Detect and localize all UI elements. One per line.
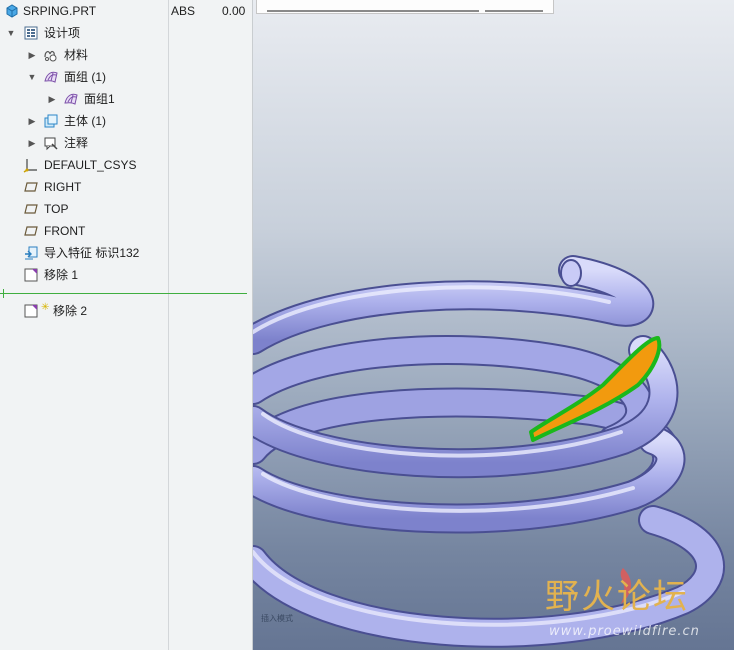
tree-item-label: 主体 (1) (64, 114, 107, 128)
datum-plane-icon (23, 179, 39, 195)
design-items-icon (23, 25, 39, 41)
annotation-icon (43, 135, 59, 151)
tree-item-label: DEFAULT_CSYS (44, 158, 137, 172)
remove-feature-icon (23, 267, 39, 283)
tree-row-import-feature[interactable]: 导入特征 标识132 (0, 242, 252, 264)
tree-row-default-csys[interactable]: DEFAULT_CSYS (0, 154, 252, 176)
mass-column-value: 0.00 (222, 4, 246, 18)
tree-item-label: 面组 (1) (64, 70, 107, 84)
tree-item-label: RIGHT (44, 180, 82, 194)
tree-item-label: 材料 (64, 48, 89, 62)
tree-row-quilt-1[interactable]: ▶ 面组1 (0, 88, 252, 110)
tree-row-right-plane[interactable]: RIGHT (0, 176, 252, 198)
tree-item-label: 面组1 (84, 92, 115, 106)
expand-arrow-icon[interactable]: ▶ (47, 93, 57, 105)
quilt-icon (63, 91, 79, 107)
tree-row-material[interactable]: ▶ 材料 (0, 44, 252, 66)
tree-row-bodies[interactable]: ▶ 主体 (1) (0, 110, 252, 132)
spring-model[interactable] (253, 0, 734, 650)
root-part-name: SRPING.PRT (23, 4, 97, 18)
mode-indicator: 插入模式 (261, 614, 293, 623)
datum-plane-icon (23, 223, 39, 239)
model-tree-panel: SRPING.PRT ABS 0.00 ▼ 设计项 ▶ 材料 ▼ 面组 (1) … (0, 0, 253, 650)
tree-item-label: FRONT (44, 224, 86, 238)
import-feature-icon (23, 245, 39, 261)
watermark-title: 野火论坛 (545, 577, 689, 617)
insert-here-line[interactable] (0, 293, 247, 294)
expand-arrow-icon[interactable]: ▶ (27, 115, 37, 127)
graphics-viewport[interactable]: 插入模式 野火论坛 www.proewildfire.cn (253, 0, 734, 650)
tree-item-label: 注释 (64, 136, 89, 150)
suppressed-star-icon: ✳ (41, 302, 50, 313)
remove-feature-icon (23, 303, 39, 319)
tree-row-front-plane[interactable]: FRONT (0, 220, 252, 242)
collapse-arrow-icon[interactable]: ▼ (27, 71, 37, 83)
tree-row-quilts[interactable]: ▼ 面组 (1) (0, 66, 252, 88)
tree-row-annotations[interactable]: ▶ 注释 (0, 132, 252, 154)
material-column-value: ABS (171, 4, 196, 18)
tree-item-label: TOP (44, 202, 69, 216)
datum-plane-icon (23, 201, 39, 217)
quilt-icon (43, 69, 59, 85)
expand-arrow-icon[interactable]: ▶ (27, 49, 37, 61)
expand-arrow-icon[interactable]: ▶ (27, 137, 37, 149)
csys-icon (23, 157, 39, 173)
tree-row-remove-1[interactable]: 移除 1 (0, 264, 252, 286)
body-icon (43, 113, 59, 129)
tree-row-remove-2[interactable]: ✳ 移除 2 (0, 300, 252, 322)
tree-row-root[interactable]: SRPING.PRT ABS 0.00 (0, 0, 252, 22)
watermark-url: www.proewildfire.cn (549, 624, 700, 639)
part-icon (4, 3, 20, 19)
tree-item-label: 设计项 (44, 26, 81, 40)
tree-row-top-plane[interactable]: TOP (0, 198, 252, 220)
material-icon (43, 47, 59, 63)
collapse-arrow-icon[interactable]: ▼ (6, 27, 16, 39)
tree-item-label: 移除 2 (53, 304, 88, 318)
tree-item-label: 导入特征 标识132 (44, 246, 140, 260)
tree-item-label: 移除 1 (44, 268, 79, 282)
tree-row-design-items[interactable]: ▼ 设计项 (0, 22, 252, 44)
